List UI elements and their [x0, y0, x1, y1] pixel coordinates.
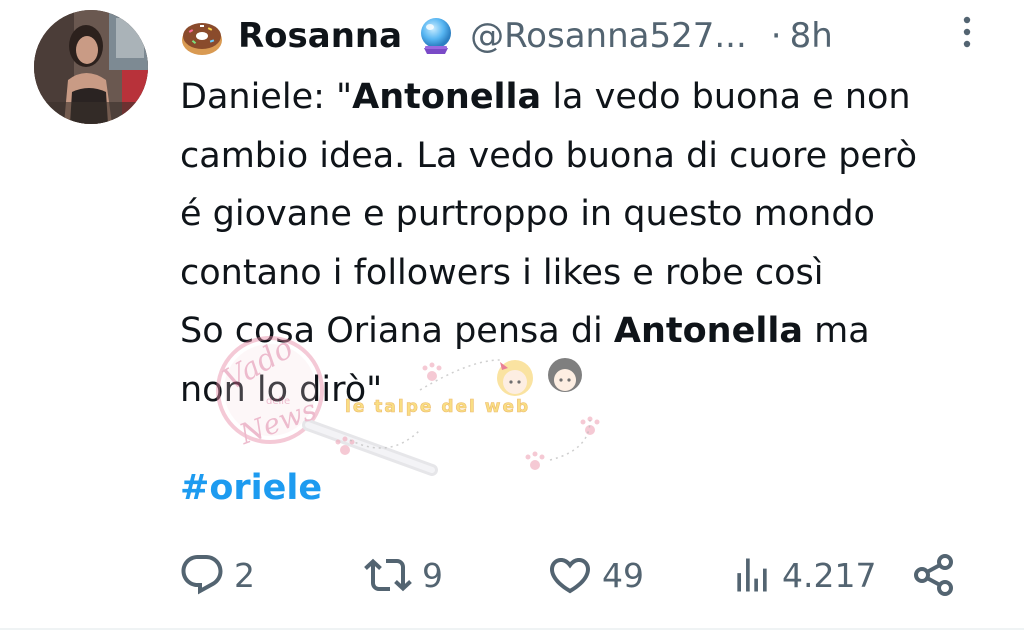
tweet-line: cambio idea. La vedo buona di cuore però [180, 127, 1000, 186]
more-vertical-icon[interactable] [955, 14, 979, 50]
donut-icon [180, 14, 224, 58]
crystal-ball-icon [416, 16, 456, 56]
avatar[interactable] [34, 10, 148, 124]
tweet: Rosanna @Rosanna527... · 8h Daniele: "An… [0, 0, 1024, 633]
bold-text: Antonella [613, 311, 803, 351]
text-span: So cosa Oriana pensa di [180, 311, 614, 351]
share-button[interactable] [912, 548, 956, 602]
text-span: contano i followers i likes e robe così [180, 252, 824, 293]
tweet-line: non lo dirò" [180, 361, 1000, 420]
views-count: 4.217 [782, 555, 877, 595]
text-span: la vedo buona e non [541, 77, 911, 117]
tweet-line: é giovane e purtroppo in questo mondo [180, 185, 1000, 244]
divider [0, 628, 1024, 630]
share-icon [914, 554, 953, 596]
hashtag-link[interactable]: #oriele [180, 468, 322, 508]
like-count: 49 [602, 555, 644, 595]
avatar-image [34, 10, 148, 124]
repost-button[interactable]: 9 [362, 548, 443, 602]
text-span: cambio idea. La vedo buona di cuore però [180, 135, 918, 176]
separator-dot: · [770, 16, 782, 56]
reply-button[interactable]: 2 [178, 548, 255, 602]
tweet-line: So cosa Oriana pensa di Antonella ma [180, 302, 1000, 361]
like-button[interactable]: 49 [546, 548, 644, 602]
repost-icon [364, 558, 412, 592]
repost-count: 9 [422, 555, 443, 595]
text-span: é giovane e purtroppo in questo mondo [180, 194, 875, 234]
action-bar: 2 9 49 4.217 [178, 548, 978, 602]
tweet-text: Daniele: "Antonella la vedo buona e non … [180, 68, 1000, 419]
tweet-header: Rosanna @Rosanna527... · 8h [180, 12, 970, 60]
timestamp[interactable]: 8h [790, 16, 833, 56]
heart-icon [549, 558, 591, 594]
reply-icon [181, 555, 223, 595]
reply-count: 2 [234, 555, 255, 595]
bold-text: Antonella [352, 77, 542, 117]
tweet-line: contano i followers i likes e robe così [180, 244, 1000, 303]
text-span: ma [802, 311, 870, 351]
text-span: non lo dirò" [180, 369, 383, 410]
views-button[interactable]: 4.217 [730, 548, 876, 602]
text-span: Daniele: " [180, 77, 353, 117]
user-handle[interactable]: @Rosanna527... [470, 16, 747, 56]
tweet-line: Daniele: "Antonella la vedo buona e non [180, 68, 1000, 127]
display-name[interactable]: Rosanna [238, 16, 402, 56]
bar-chart-icon [737, 558, 767, 592]
